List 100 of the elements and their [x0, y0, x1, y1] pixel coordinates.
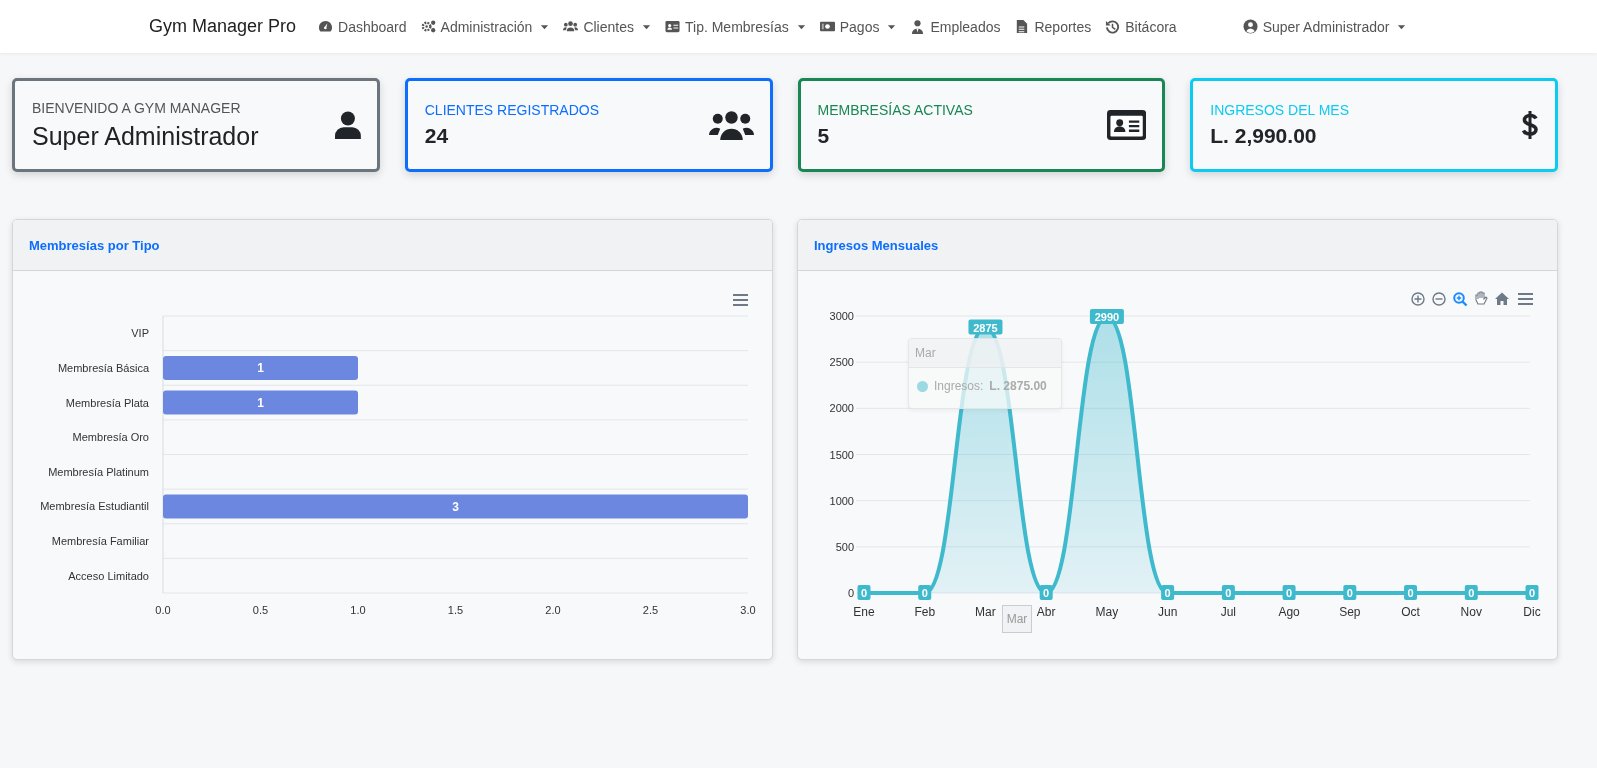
data-label: 0 — [921, 587, 928, 599]
data-label: 2875 — [973, 321, 998, 334]
panel-title: Ingresos Mensuales — [814, 237, 939, 253]
data-label: 0 — [1343, 585, 1357, 600]
card-value: Super Administrador — [32, 121, 259, 151]
axis-label: 500 — [835, 540, 854, 553]
axis-label: Membresía Plata — [65, 396, 149, 409]
axis-label: Oct — [1401, 605, 1420, 619]
panel-title: Membresías por Tipo — [29, 237, 160, 253]
data-label: 0 — [1039, 585, 1053, 600]
data-label: 0 — [1043, 587, 1050, 599]
user-circle-icon — [1242, 19, 1258, 34]
card-value: 5 — [817, 124, 831, 148]
data-label: 2875 — [968, 319, 1003, 335]
data-label: 0 — [1407, 587, 1414, 599]
nav-link[interactable]: Dashboard — [318, 18, 407, 35]
card-title: INGRESOS DEL MES — [1210, 102, 1349, 118]
axis-label: 3000 — [829, 310, 854, 322]
zoom-out-icon[interactable] — [1432, 292, 1446, 306]
employee-icon — [910, 19, 926, 34]
id-card-icon — [1107, 110, 1147, 140]
data-label: 0 — [1464, 585, 1478, 600]
data-label: 0 — [1286, 587, 1293, 599]
card-title: MEMBRESÍAS ACTIVAS — [817, 102, 973, 118]
data-label: 2990 — [1094, 310, 1120, 323]
axis-label: Jun — [1157, 605, 1178, 619]
data-label: 0 — [1164, 587, 1171, 599]
axis-label: Dic — [1523, 605, 1541, 619]
axis-label: 2000 — [829, 402, 854, 415]
axis-label: 1.0 — [350, 604, 366, 616]
banknote-icon — [819, 19, 835, 34]
history-icon — [1105, 19, 1121, 34]
user-menu[interactable]: Super Administrador — [1242, 18, 1407, 35]
data-label: 0 — [1221, 585, 1235, 600]
document-icon — [1014, 19, 1030, 34]
legend-dot — [917, 380, 928, 392]
data-label: 0 — [918, 585, 932, 600]
axis-label: Nov — [1460, 605, 1482, 619]
data-label: 0 — [1525, 585, 1539, 600]
data-label: 0 — [1346, 587, 1353, 599]
data-label: 1 — [257, 396, 264, 411]
nav-link[interactable]: Empleados — [910, 18, 1001, 35]
brand-title[interactable]: Gym Manager Pro — [149, 16, 297, 37]
axis-label: Jul — [1220, 605, 1237, 619]
axis-label: Abr — [1036, 605, 1056, 619]
axis-label: Feb — [914, 605, 936, 619]
data-label: 0 — [1468, 587, 1475, 599]
card-title: CLIENTES REGISTRADOS — [424, 102, 599, 118]
data-label: 2990 — [1089, 308, 1124, 324]
axis-label: 0 — [847, 587, 854, 599]
axis-label: Membresía Oro — [72, 431, 149, 444]
nav-link[interactable]: Bitácora — [1105, 18, 1177, 35]
axis-label: 0.5 — [252, 604, 269, 616]
axis-label: VIP — [131, 327, 149, 340]
axis-tooltip: Mar — [1002, 605, 1032, 633]
hand-icon[interactable] — [1475, 291, 1488, 305]
nav-link[interactable]: Tip. Membresías — [665, 18, 806, 35]
axis-label: Membresía Básica — [57, 361, 149, 374]
axis-label: 2.0 — [545, 604, 561, 616]
axis-label: 0.0 — [155, 604, 171, 616]
gears-icon — [420, 19, 436, 34]
data-label: 3 — [452, 499, 459, 514]
data-label: 0 — [857, 585, 871, 600]
data-label: 0 — [1404, 585, 1418, 600]
axis-label: 3.0 — [740, 604, 756, 616]
zoom-in-icon[interactable] — [1411, 292, 1425, 306]
nav-link[interactable]: Clientes — [563, 18, 651, 35]
axis-label: Acceso Limitado — [68, 569, 149, 582]
axis-label: May — [1095, 605, 1119, 619]
data-label: 0 — [1282, 585, 1296, 600]
card-title: BIENVENIDO A GYM MANAGER — [32, 99, 242, 116]
axis-label: Membresía Estudiantil — [40, 500, 149, 513]
axis-label: 1000 — [829, 494, 854, 507]
dollar-icon — [1521, 110, 1539, 140]
user-icon — [334, 111, 361, 139]
card-value: L. 2,990.00 — [1210, 124, 1318, 148]
axis-label: Ago — [1278, 605, 1300, 619]
id-card-icon — [665, 19, 680, 34]
tooltip-label: Ingresos: — [934, 379, 984, 393]
nav-link[interactable]: Administración — [420, 18, 550, 35]
axis-label: 1500 — [829, 448, 854, 461]
gauge-icon — [318, 19, 334, 34]
axis-label: 2.5 — [642, 604, 659, 616]
users-icon — [708, 110, 754, 140]
data-label: 0 — [1225, 587, 1232, 599]
nav-link[interactable]: Reportes — [1014, 18, 1092, 35]
users-icon — [563, 19, 579, 34]
search-icon[interactable] — [1453, 292, 1468, 307]
tooltip-value: L. 2875.00 — [989, 379, 1047, 393]
axis-label: Mar — [975, 605, 996, 619]
axis-label: 2500 — [829, 356, 854, 369]
menu-icon[interactable] — [733, 294, 748, 306]
home-icon[interactable] — [1495, 292, 1509, 305]
nav-link[interactable]: Pagos — [819, 18, 897, 35]
axis-label: Membresía Platinum — [48, 465, 149, 478]
menu-icon[interactable] — [1518, 293, 1533, 305]
axis-label: Sep — [1339, 605, 1361, 619]
axis-label: Membresía Familiar — [51, 535, 149, 548]
axis-label: Ene — [853, 605, 875, 619]
data-label: 1 — [257, 361, 264, 376]
